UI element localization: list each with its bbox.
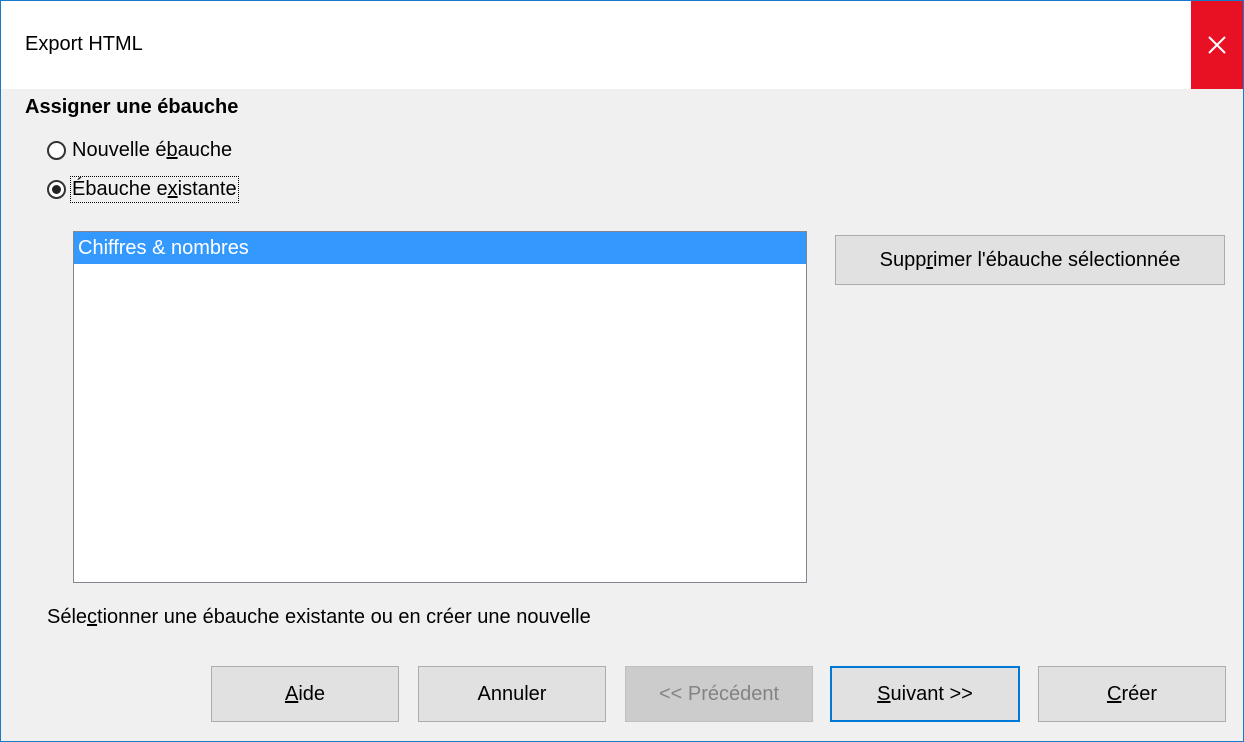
window-title: Export HTML (25, 33, 143, 55)
export-html-dialog: Export HTML Assigner une ébauche Nouvell… (0, 0, 1244, 742)
list-item[interactable]: Chiffres & nombres (74, 232, 806, 264)
section-title: Assigner une ébauche (25, 96, 239, 118)
hint-text: Sélectionner une ébauche existante ou en… (47, 606, 591, 628)
close-icon (1208, 36, 1226, 54)
radio-existing-draft[interactable]: Ébauche existante (47, 176, 239, 203)
close-button[interactable] (1191, 1, 1243, 89)
radio-existing-draft-button[interactable] (47, 180, 66, 199)
cancel-button[interactable]: Annuler (418, 666, 606, 722)
radio-new-draft-label: Nouvelle ébauche (72, 139, 233, 161)
radio-new-draft[interactable]: Nouvelle ébauche (47, 139, 232, 162)
radio-existing-draft-label: Ébauche existante (70, 176, 239, 203)
previous-button[interactable]: << Précédent (625, 666, 813, 722)
radio-new-draft-button[interactable] (47, 141, 66, 160)
draft-listbox[interactable]: Chiffres & nombres (73, 231, 807, 583)
help-button[interactable]: Aide (211, 666, 399, 722)
create-button[interactable]: Créer (1038, 666, 1226, 722)
delete-selected-draft-button[interactable]: Supp r imer l'ébauche sélectionnée (835, 235, 1225, 285)
title-bar[interactable]: Export HTML (1, 1, 1243, 89)
next-button[interactable]: Suivant >> (830, 666, 1020, 722)
